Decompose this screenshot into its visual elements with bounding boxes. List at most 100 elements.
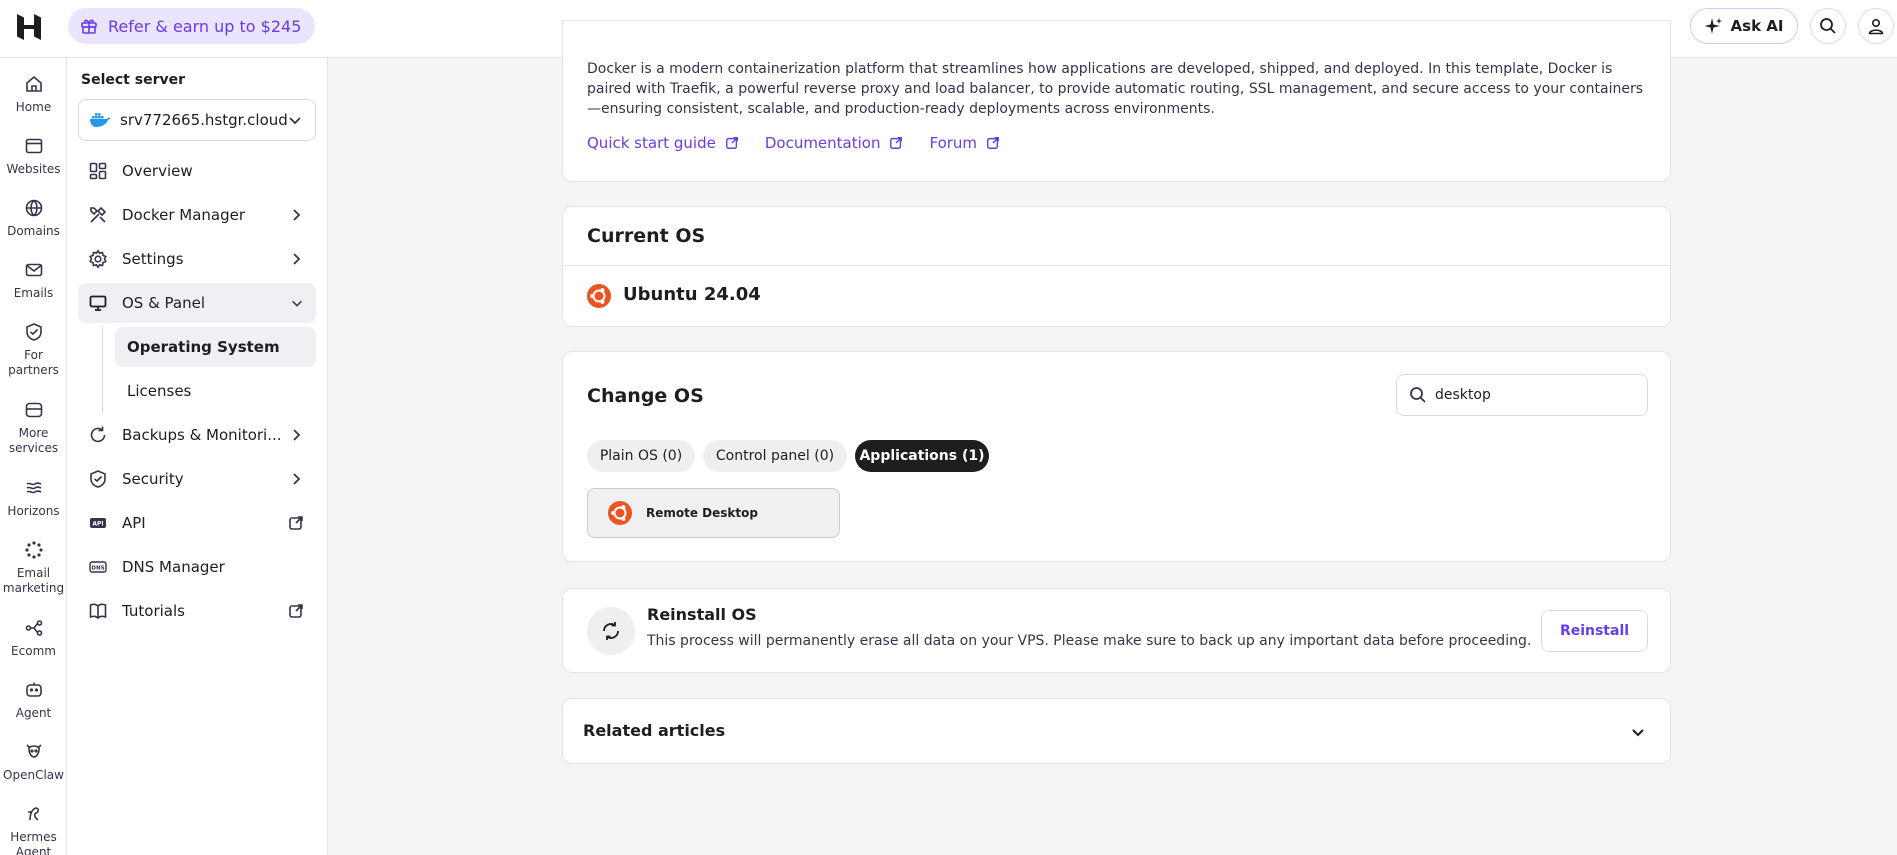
hostinger-logo-icon[interactable] — [14, 12, 44, 42]
tab-applications[interactable]: Applications (1) — [855, 440, 989, 472]
ask-ai-label: Ask AI — [1730, 17, 1784, 35]
documentation-link[interactable]: Documentation — [765, 134, 904, 152]
quick-start-guide-link[interactable]: Quick start guide — [587, 134, 739, 152]
docker-icon — [90, 113, 111, 127]
search-icon — [1410, 387, 1426, 403]
app-option-remote-desktop[interactable]: Remote Desktop — [587, 488, 840, 538]
forum-link[interactable]: Forum — [929, 134, 1000, 152]
reinstall-os-card: Reinstall OS This process will permanent… — [562, 588, 1671, 673]
ecomm-icon — [25, 620, 42, 636]
server-name: srv772665.hstgr.cloud — [120, 111, 288, 129]
sidebar-item-overview[interactable]: Overview — [78, 151, 316, 191]
change-os-title: Change OS — [587, 385, 704, 407]
external-link-icon — [890, 137, 903, 149]
rail-item-agent[interactable]: Agent — [0, 680, 66, 721]
chevron-down-icon[interactable] — [1630, 724, 1646, 740]
openclaw-icon — [25, 744, 42, 758]
rail-item-websites[interactable]: Websites — [0, 136, 66, 177]
sidebar-item-settings[interactable]: Settings — [78, 239, 316, 279]
sidebar-item-docker-manager[interactable]: Docker Manager — [78, 195, 316, 235]
sidebar-subitem-licenses[interactable]: Licenses — [115, 371, 316, 411]
sidebar-item-label: OS & Panel — [122, 294, 206, 312]
sidebar-item-label: Tutorials — [122, 602, 185, 620]
rail-item-more-services[interactable]: More services — [0, 400, 66, 456]
current-os-title: Current OS — [587, 225, 706, 247]
search-icon — [1820, 18, 1836, 34]
chevron-down-icon — [292, 300, 302, 307]
chevron-down-icon — [289, 117, 301, 125]
ask-ai-button[interactable]: Ask AI — [1690, 8, 1798, 44]
account-button[interactable] — [1858, 8, 1894, 44]
tab-label: Control panel (0) — [715, 448, 835, 464]
reinstall-icon-badge — [587, 607, 635, 655]
sidebar-item-security[interactable]: Security — [78, 459, 316, 499]
refer-earn-button[interactable]: Refer & earn up to $245 — [68, 8, 316, 44]
template-description: Docker is a modern containerization plat… — [587, 61, 1643, 117]
rail-label: Horizons — [7, 504, 60, 518]
tab-plain-os[interactable]: Plain OS (0) — [587, 440, 695, 472]
hermes-icon — [27, 807, 39, 821]
rail-item-home[interactable]: Home — [0, 74, 66, 115]
rail-item-openclaw[interactable]: OpenClaw — [0, 742, 66, 783]
os-search-input[interactable] — [1435, 387, 1635, 403]
external-link-icon — [725, 137, 738, 149]
rail-item-emails[interactable]: Emails — [0, 260, 66, 301]
rail-item-horizons[interactable]: Horizons — [0, 478, 66, 519]
template-info-card: Docker is a modern containerization plat… — [562, 20, 1671, 182]
rail-item-email-marketing[interactable]: Email marketing — [0, 540, 66, 596]
sidebar-item-label: Docker Manager — [122, 206, 246, 224]
divider — [563, 265, 1670, 266]
rail-label: Hermes Agent — [10, 830, 57, 855]
user-icon — [1868, 18, 1884, 35]
related-articles-title: Related articles — [583, 721, 726, 740]
rail-item-for-partners[interactable]: For partners — [0, 322, 66, 378]
sidebar-item-api[interactable]: API API — [78, 503, 316, 543]
home-icon — [25, 75, 42, 92]
sidebar-item-dns-manager[interactable]: DNS DNS Manager — [78, 547, 316, 587]
tab-control-panel[interactable]: Control panel (0) — [703, 440, 847, 472]
monitor-icon — [89, 295, 107, 311]
link-label: Quick start guide — [587, 134, 716, 152]
ubuntu-icon — [587, 284, 611, 308]
reinstall-title: Reinstall OS — [647, 605, 757, 624]
chevron-right-icon — [293, 473, 301, 485]
template-links: Quick start guide Documentation Forum — [587, 134, 1000, 152]
rail-item-hermes-agent[interactable]: Hermes Agent — [0, 804, 66, 855]
submenu-line — [102, 326, 103, 414]
change-os-card: Change OS Plain OS (0) Control panel (0)… — [562, 351, 1671, 562]
sidebar-item-label: DNS Manager — [122, 558, 225, 576]
store-icon — [25, 402, 42, 418]
book-icon — [89, 603, 107, 620]
sidebar-subitem-operating-system[interactable]: Operating System — [115, 327, 316, 367]
sidebar-item-label: Overview — [122, 162, 193, 180]
tab-label: Applications (1) — [859, 448, 985, 464]
link-label: Forum — [929, 134, 978, 152]
api-icon: API — [90, 518, 106, 528]
external-link-icon — [289, 516, 303, 530]
sidebar-item-os-panel[interactable]: OS & Panel — [78, 283, 316, 323]
sidebar-subitem-label: Licenses — [127, 382, 192, 400]
overview-grid-icon — [89, 162, 107, 180]
rail-label: Domains — [7, 224, 60, 238]
reinstall-button[interactable]: Reinstall — [1541, 610, 1648, 652]
rail-label: OpenClaw — [3, 768, 64, 782]
left-rail: Home Websites Domains Emails For partner… — [0, 58, 67, 855]
current-os-card: Current OS Ubuntu 24.04 — [562, 206, 1671, 327]
rail-item-domains[interactable]: Domains — [0, 198, 66, 239]
refer-label: Refer & earn up to $245 — [108, 16, 302, 36]
os-search-box[interactable] — [1396, 374, 1648, 416]
dns-icon: DNS — [89, 561, 107, 573]
rail-label: Websites — [6, 162, 61, 176]
rail-item-ecomm[interactable]: Ecomm — [0, 618, 66, 659]
related-articles-card[interactable]: Related articles — [562, 698, 1671, 764]
search-button[interactable] — [1810, 8, 1846, 44]
sidebar-item-label: API — [122, 514, 146, 532]
sidebar-item-backups-monitoring[interactable]: Backups & Monitori... — [78, 415, 316, 455]
browser-icon — [25, 138, 42, 154]
server-select[interactable]: srv772665.hstgr.cloud — [78, 99, 316, 141]
sidebar-item-tutorials[interactable]: Tutorials — [78, 591, 316, 631]
refresh-icon — [90, 426, 106, 443]
tools-icon — [90, 206, 107, 223]
sparkle-icon — [1704, 18, 1722, 34]
ubuntu-icon — [608, 501, 632, 525]
